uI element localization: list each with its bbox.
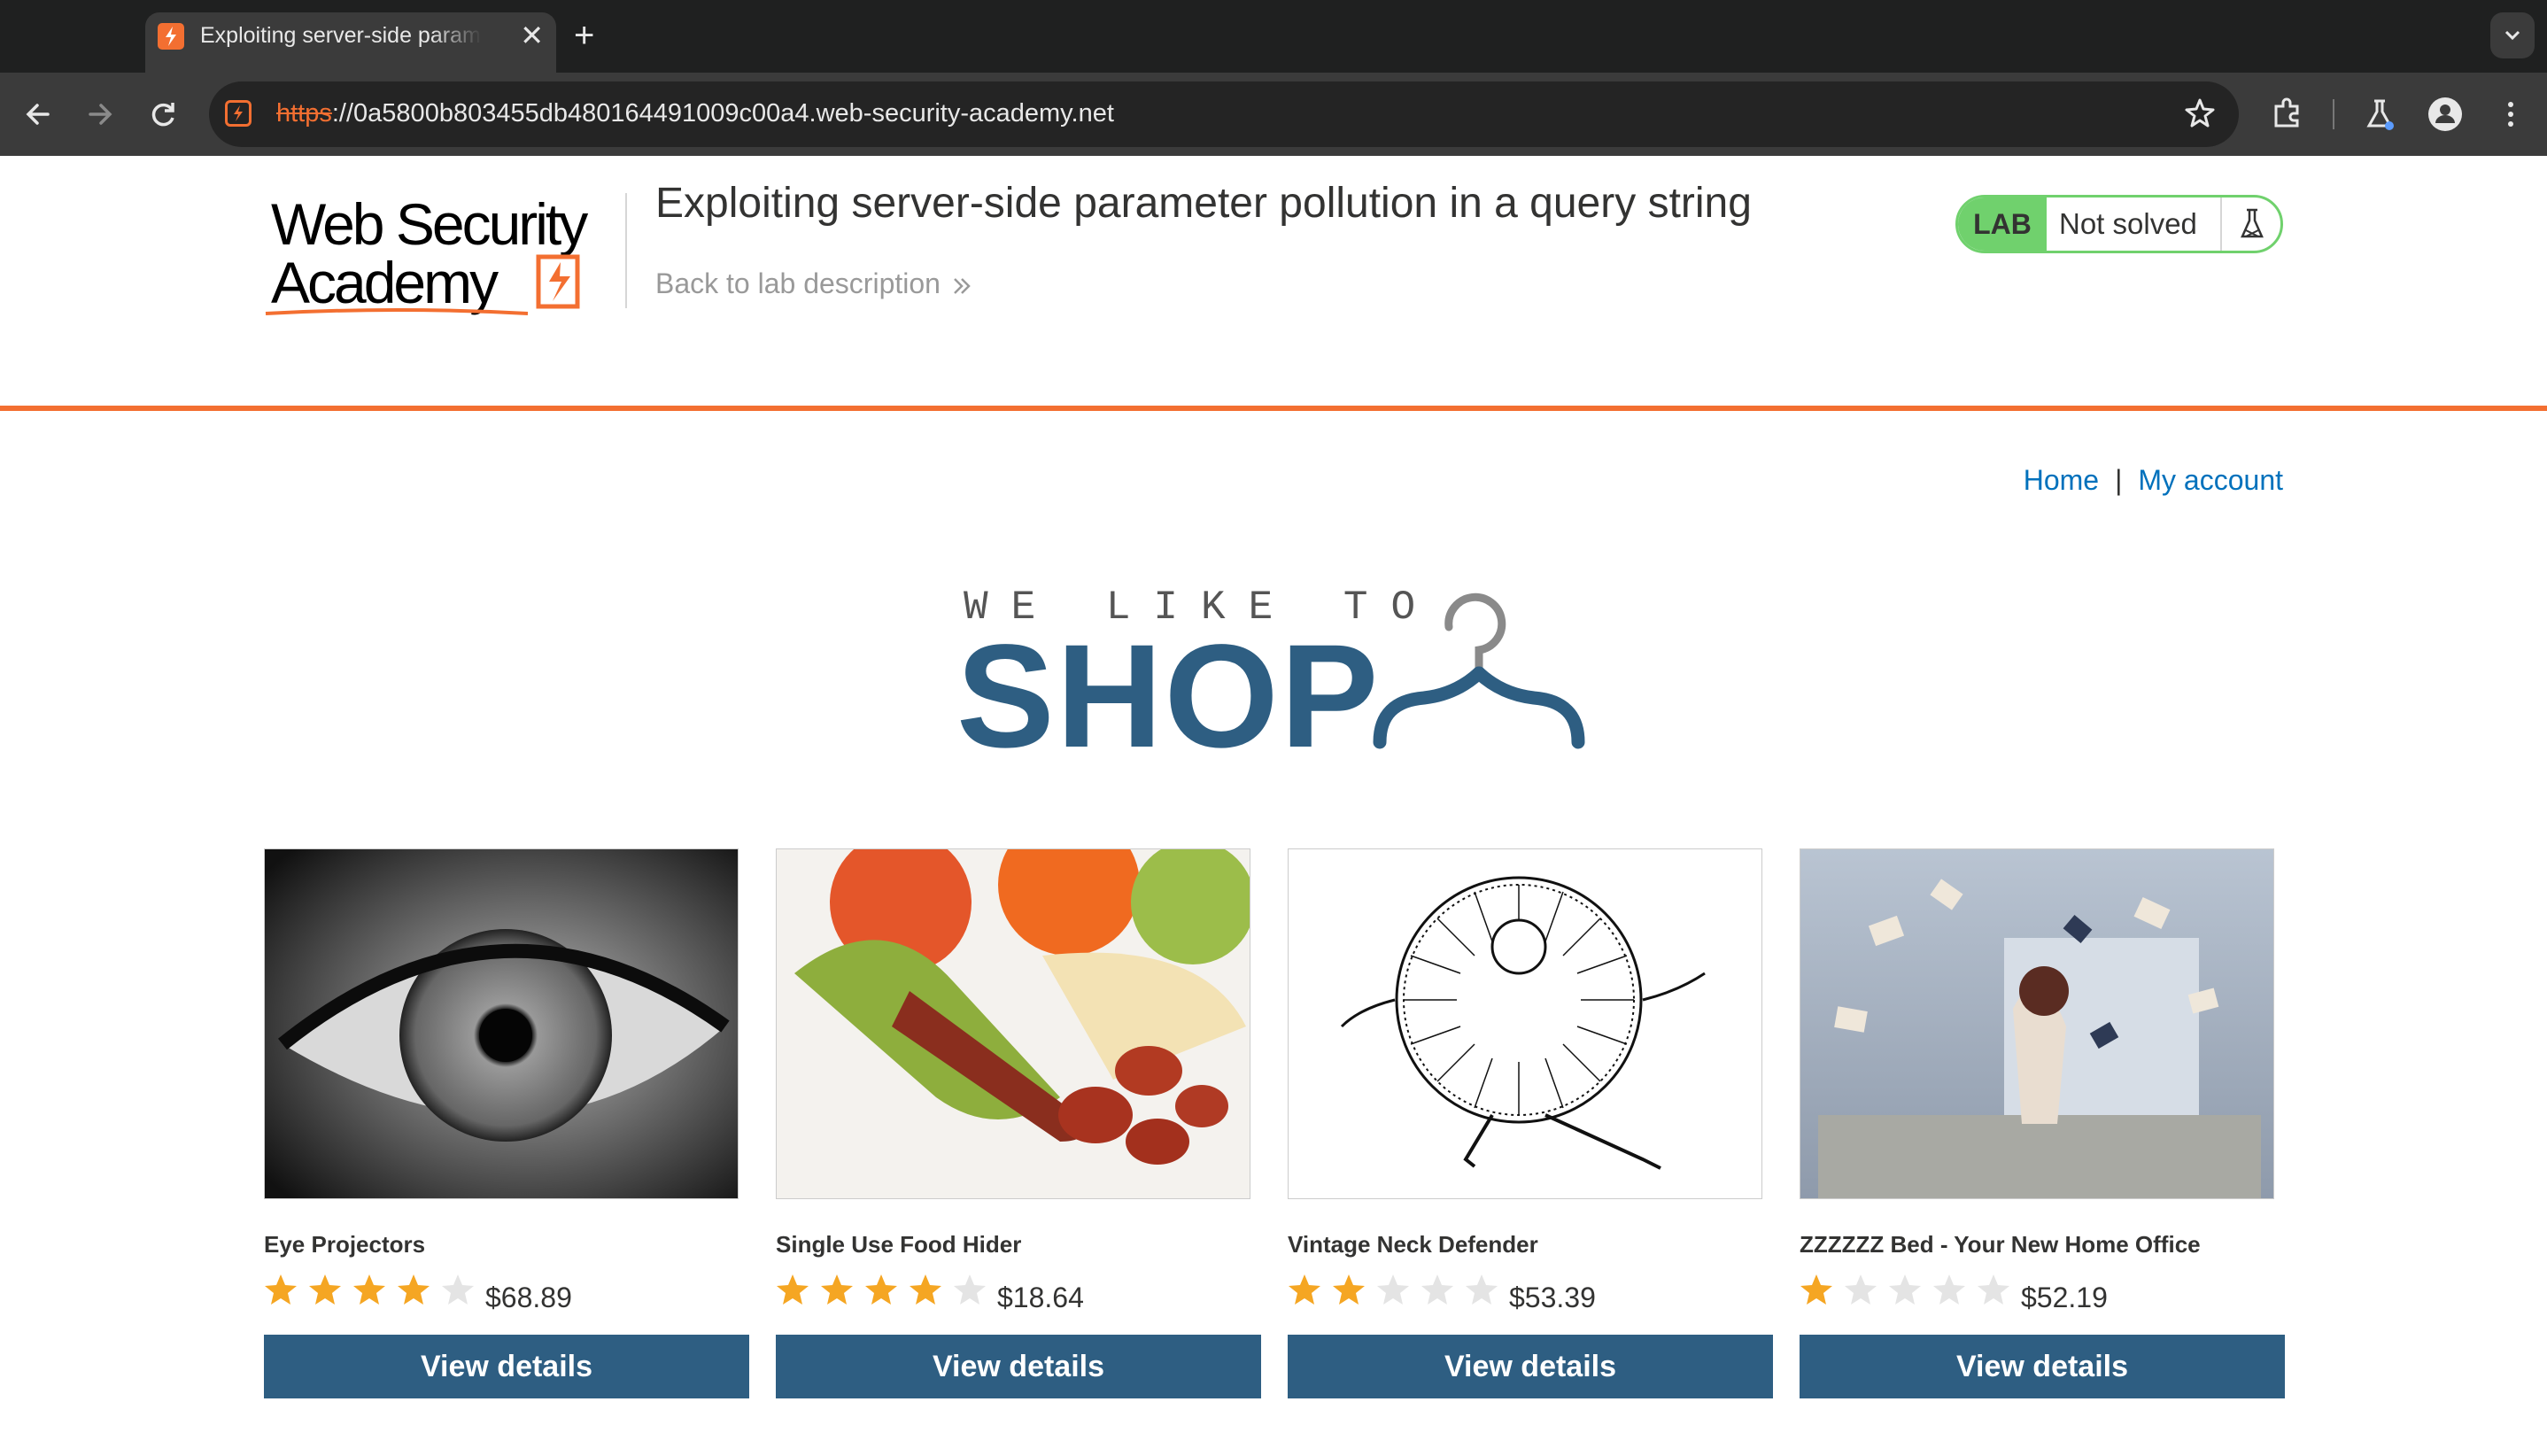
tab-search-button[interactable]	[2490, 12, 2535, 58]
star-empty-icon	[954, 1274, 986, 1305]
product-price: $52.19	[2021, 1282, 2108, 1313]
coat-hanger-icon	[1371, 592, 1589, 753]
url-host: ://0a5800b803455db480164491009c00a4.web-…	[331, 99, 1114, 128]
product-name: ZZZZZZ Bed - Your New Home Office	[1800, 1231, 2201, 1258]
lab-status-label: LAB	[1958, 197, 2047, 251]
product-card: Single Use Food Hider $18.64 View detail…	[776, 848, 1261, 1398]
svg-text:Web Security: Web Security	[271, 191, 588, 257]
url-scheme: https	[276, 99, 332, 128]
product-name: Single Use Food Hider	[776, 1231, 1022, 1258]
back-arrow-icon[interactable]	[16, 92, 60, 136]
url-text: https://0a5800b803455db480164491009c00a4…	[276, 99, 1114, 128]
new-tab-button[interactable]: +	[574, 14, 594, 57]
tab-close-icon[interactable]: ✕	[520, 18, 544, 53]
profile-avatar-icon[interactable]	[2425, 94, 2466, 135]
star-empty-icon	[1845, 1274, 1877, 1305]
star-empty-icon	[1978, 1274, 2009, 1305]
view-details-button[interactable]: View details	[1288, 1335, 1773, 1398]
view-details-button[interactable]: View details	[776, 1335, 1261, 1398]
star-rating	[264, 1273, 476, 1313]
star-empty-icon	[442, 1274, 474, 1305]
star-filled-icon	[821, 1274, 853, 1305]
star-empty-icon	[1377, 1274, 1409, 1305]
star-rating	[1288, 1273, 1500, 1313]
product-image-bed-office	[1800, 848, 2274, 1199]
star-filled-icon	[398, 1274, 430, 1305]
forward-arrow-icon[interactable]	[78, 92, 122, 136]
labs-flask-icon[interactable]	[2359, 94, 2400, 135]
star-empty-icon	[1889, 1274, 1921, 1305]
star-filled-icon	[1800, 1274, 1832, 1305]
product-image-eye	[264, 848, 739, 1199]
tab-favicon-icon	[158, 23, 184, 50]
top-nav: Home | My account	[2024, 464, 2283, 497]
browser-tab-active[interactable]: Exploiting server-side parameter polluti…	[145, 12, 556, 73]
back-to-lab-description-link[interactable]: Back to lab description	[655, 267, 974, 300]
star-filled-icon	[309, 1274, 341, 1305]
product-price: $18.64	[997, 1282, 1084, 1313]
extensions-puzzle-icon[interactable]	[2267, 94, 2308, 135]
product-image-food-hider	[776, 848, 1250, 1199]
view-details-button[interactable]: View details	[264, 1335, 749, 1398]
banner-shop-word: SHOP	[956, 615, 1381, 778]
product-rating: $68.89	[264, 1273, 749, 1313]
web-security-academy-logo[interactable]: Web Security Academy	[264, 190, 627, 322]
double-chevron-right-icon	[954, 277, 971, 294]
star-rating	[776, 1273, 988, 1313]
nav-separator: |	[2115, 464, 2123, 496]
star-filled-icon	[910, 1274, 941, 1305]
reload-icon[interactable]	[142, 92, 186, 136]
tab-title: Exploiting server-side parameter polluti…	[200, 23, 482, 48]
browser-toolbar: https://0a5800b803455db480164491009c00a4…	[0, 73, 2547, 156]
browser-tabstrip: Exploiting server-side parameter polluti…	[0, 0, 2547, 73]
back-link-label: Back to lab description	[655, 267, 941, 299]
header-orange-rule	[0, 406, 2547, 411]
star-filled-icon	[353, 1274, 385, 1305]
product-price: $68.89	[485, 1282, 572, 1313]
product-card: Eye Projectors $68.89 View details	[264, 848, 749, 1398]
product-rating: $18.64	[776, 1273, 1261, 1313]
star-empty-icon	[1466, 1274, 1498, 1305]
view-details-button[interactable]: View details	[1800, 1335, 2285, 1398]
my-account-link[interactable]: My account	[2138, 464, 2283, 496]
product-price: $53.39	[1509, 1282, 1596, 1313]
bookmark-star-icon[interactable]	[2182, 96, 2218, 131]
home-link[interactable]: Home	[2024, 464, 2099, 496]
lab-title: Exploiting server-side parameter polluti…	[655, 180, 1752, 227]
browser-menu-icon[interactable]	[2490, 94, 2531, 135]
star-filled-icon	[777, 1274, 809, 1305]
star-rating	[1800, 1273, 2012, 1313]
logo-divider	[625, 193, 627, 308]
star-empty-icon	[1933, 1274, 1965, 1305]
star-filled-icon	[865, 1274, 897, 1305]
address-bar[interactable]: https://0a5800b803455db480164491009c00a4…	[209, 81, 2239, 147]
star-empty-icon	[1421, 1274, 1453, 1305]
product-card: ZZZZZZ Bed - Your New Home Office $52.19…	[1800, 848, 2285, 1398]
product-rating: $53.39	[1288, 1273, 1773, 1313]
product-card: Vintage Neck Defender $53.39 View detail…	[1288, 848, 1773, 1398]
star-filled-icon	[1333, 1274, 1365, 1305]
svg-text:Academy: Academy	[271, 250, 499, 315]
toolbar-separator	[2333, 99, 2334, 129]
product-name: Vintage Neck Defender	[1288, 1231, 1538, 1258]
product-name: Eye Projectors	[264, 1231, 426, 1258]
star-filled-icon	[265, 1274, 297, 1305]
site-info-icon[interactable]	[225, 100, 252, 127]
product-image-neck-defender	[1288, 848, 1762, 1199]
lab-flask-icon	[2220, 197, 2280, 251]
lab-status-text: Not solved	[2059, 207, 2197, 240]
product-rating: $52.19	[1800, 1273, 2285, 1313]
lab-status-widget: LAB Not solved	[1955, 195, 2283, 253]
star-filled-icon	[1289, 1274, 1320, 1305]
